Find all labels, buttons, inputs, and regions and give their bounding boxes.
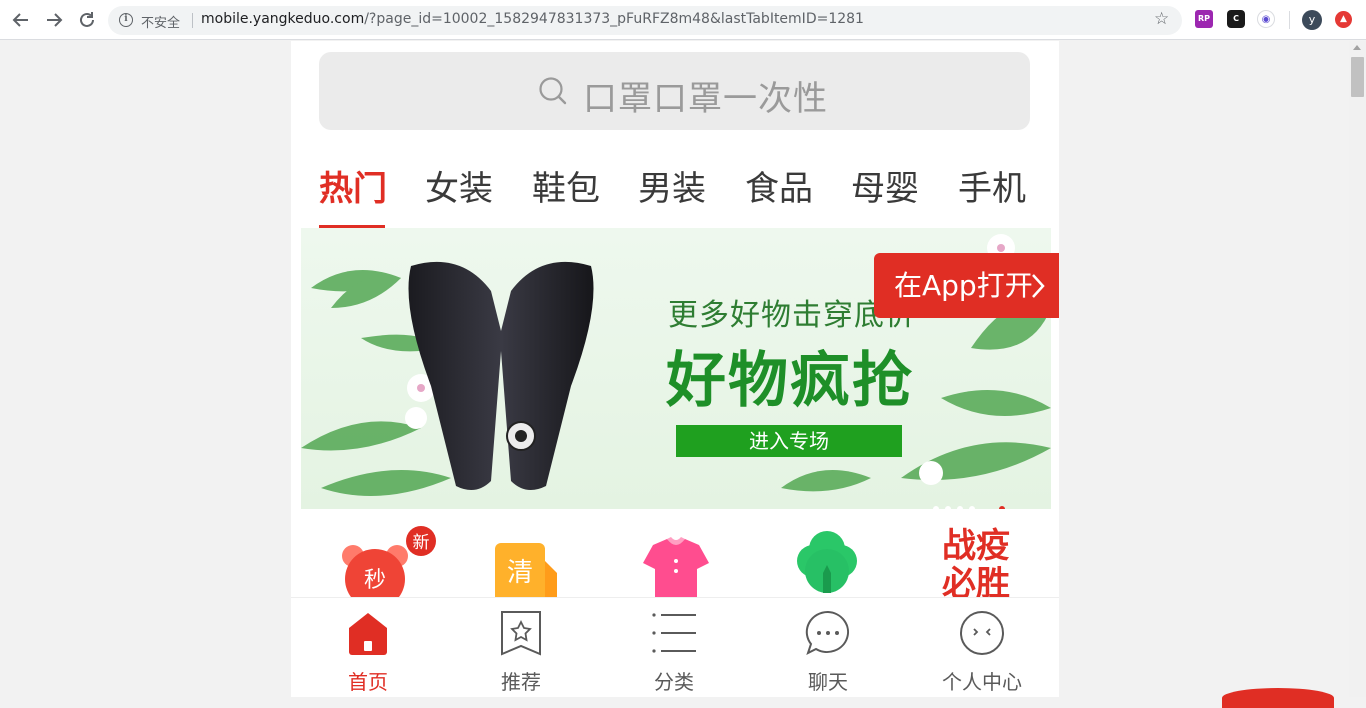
flash-sale-glyph: 秒 <box>364 568 386 593</box>
flash-sale-icon: 秒 新 <box>342 526 436 599</box>
reload-icon[interactable] <box>76 9 98 31</box>
clearance-glyph: 清 <box>507 558 533 588</box>
banner-enter-button[interactable]: 进入专场 <box>676 425 902 457</box>
info-icon[interactable]: i <box>119 13 133 27</box>
search-placeholder: 口罩口罩一次性 <box>583 79 828 119</box>
nav-category[interactable]: 分类 <box>629 610 719 696</box>
tab-food[interactable]: 食品 <box>745 161 813 210</box>
extension-up-icon[interactable]: ▲ <box>1335 11 1352 28</box>
category-icon <box>652 613 696 653</box>
nav-recommend-label: 推荐 <box>501 670 541 694</box>
security-label[interactable]: 不安全 <box>141 12 180 31</box>
floating-red-element[interactable] <box>1222 688 1334 708</box>
url-text[interactable]: mobile.yangkeduo.com/?page_id=10002_1582… <box>201 11 864 27</box>
url-host: mobile.yangkeduo.com <box>201 11 365 27</box>
address-separator <box>192 13 193 28</box>
flash-sale-entry[interactable]: 秒 新 <box>333 521 436 599</box>
nav-profile-label: 个人中心 <box>942 670 1022 694</box>
open-in-app-button[interactable]: 在App打开 <box>874 253 1059 318</box>
carousel-dot[interactable] <box>957 505 963 509</box>
svg-text:战疫: 战疫 <box>942 526 1010 566</box>
nav-category-label: 分类 <box>654 670 694 694</box>
address-bar[interactable]: i 不安全 mobile.yangkeduo.com/?page_id=1000… <box>108 6 1182 35</box>
tab-hot[interactable]: 热门 <box>319 161 387 210</box>
recommend-icon <box>501 611 541 656</box>
nav-profile[interactable]: 个人中心 <box>937 610 1027 696</box>
tab-men[interactable]: 男装 <box>638 161 706 210</box>
scroll-thumb[interactable] <box>1351 57 1364 97</box>
tab-phones[interactable]: 手机 <box>958 161 1026 210</box>
clothing-icon <box>643 537 709 599</box>
fresh-produce-entry[interactable] <box>783 521 873 599</box>
chat-icon <box>805 610 850 655</box>
quick-entry-row: 秒 新 清 战疫 必胜 <box>291 521 1059 599</box>
tab-baby[interactable]: 母婴 <box>851 161 919 210</box>
forward-icon[interactable] <box>43 9 65 31</box>
bottom-navigation: 首页 推荐 分类 聊天 个人中心 <box>291 597 1059 697</box>
fight-epidemic-icon: 战疫 必胜 <box>942 526 1010 599</box>
nav-recommend[interactable]: 推荐 <box>476 610 566 696</box>
profile-icon <box>960 611 1004 655</box>
clearance-entry[interactable]: 清 <box>489 521 579 599</box>
search-icon <box>539 77 567 105</box>
extension-eye-icon[interactable]: ◉ <box>1257 10 1275 28</box>
chevron-right-icon <box>1032 274 1045 298</box>
carousel-indicator <box>933 498 1011 509</box>
profile-avatar[interactable]: y <box>1302 10 1322 30</box>
nav-home-label: 首页 <box>348 670 388 694</box>
scroll-up-icon[interactable] <box>1353 45 1361 50</box>
toolbar-separator <box>1289 11 1290 29</box>
clothing-entry[interactable] <box>631 521 721 599</box>
home-icon <box>349 613 387 655</box>
browser-toolbar: i 不安全 mobile.yangkeduo.com/?page_id=1000… <box>0 0 1366 40</box>
open-in-app-label: 在App打开 <box>894 269 1033 302</box>
clearance-icon: 清 <box>495 543 557 599</box>
carousel-dot[interactable] <box>945 505 951 509</box>
search-box[interactable]: 口罩口罩一次性 <box>319 52 1030 130</box>
nav-chat-label: 聊天 <box>808 670 848 694</box>
massager-product-image <box>408 261 594 490</box>
carousel-dot[interactable] <box>933 505 939 509</box>
extension-rp-icon[interactable]: RP <box>1195 10 1213 28</box>
category-tabs: 热门 女装 鞋包 男装 食品 母婴 手机 <box>291 149 1059 229</box>
mobile-page: 口罩口罩一次性 热门 女装 鞋包 男装 食品 母婴 手机 更多好物击穿底价 好物… <box>291 41 1059 697</box>
broccoli-icon <box>797 531 857 593</box>
page-scrollbar[interactable] <box>1349 41 1366 697</box>
new-badge: 新 <box>413 533 430 553</box>
url-path: /?page_id=10002_1582947831373_pFuRFZ8m48… <box>364 11 864 27</box>
tab-shoes-bags[interactable]: 鞋包 <box>532 161 600 210</box>
tab-women[interactable]: 女装 <box>425 161 493 210</box>
fight-epidemic-entry[interactable]: 战疫 必胜 <box>931 521 1021 599</box>
nav-chat[interactable]: 聊天 <box>783 610 873 696</box>
svg-text:必胜: 必胜 <box>942 564 1010 599</box>
back-icon[interactable] <box>10 9 32 31</box>
carousel-dot-active[interactable] <box>999 505 1005 509</box>
nav-home[interactable]: 首页 <box>323 610 413 696</box>
extension-c-icon[interactable]: C <box>1227 10 1245 28</box>
banner-title: 好物疯抢 <box>666 346 914 416</box>
bookmark-star-icon[interactable]: ☆ <box>1154 9 1169 29</box>
carousel-dot[interactable] <box>969 505 975 509</box>
